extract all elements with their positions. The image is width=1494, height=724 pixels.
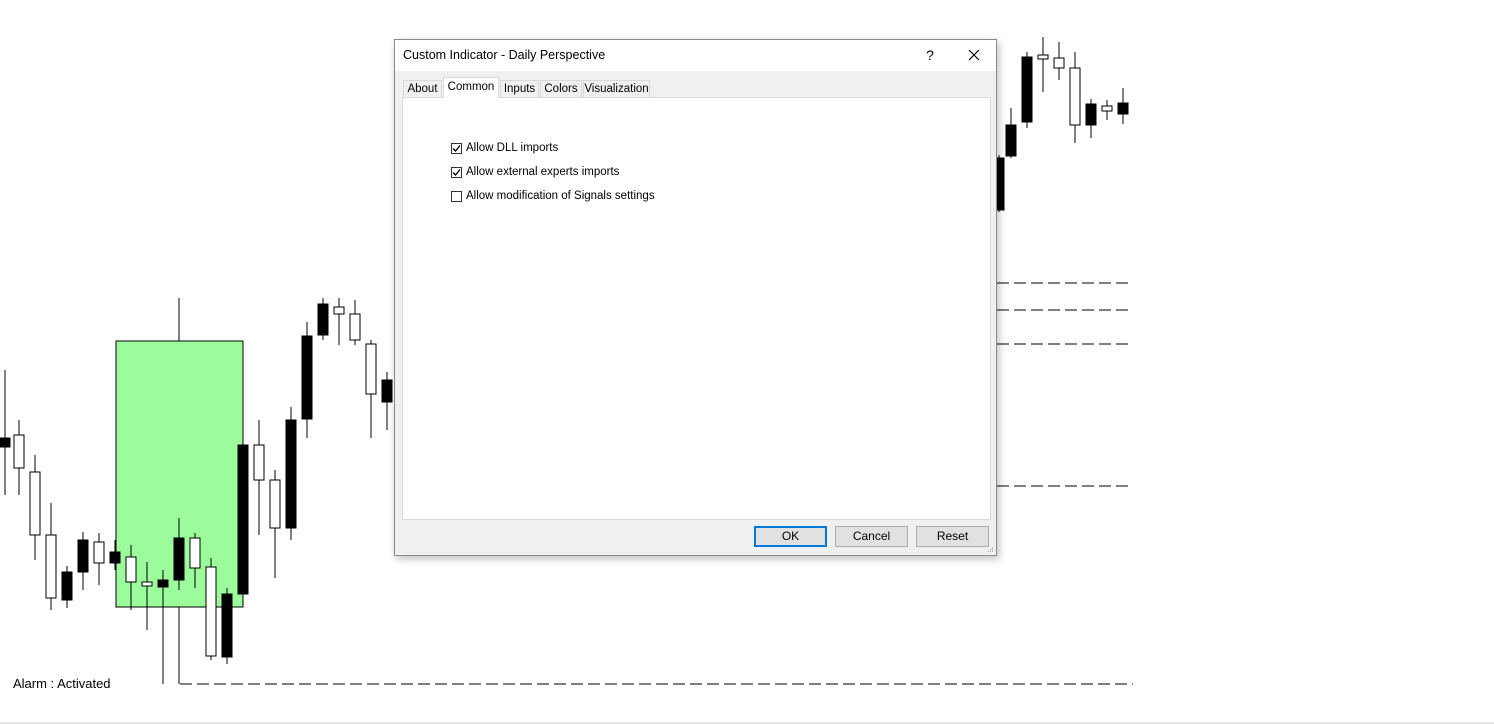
allow-dll-imports-option[interactable]: Allow DLL imports	[451, 142, 558, 154]
candle-body	[221, 593, 233, 658]
candle-body	[125, 556, 137, 583]
allow-dll-imports-label: Allow DLL imports	[466, 142, 559, 154]
candle-body	[237, 444, 249, 595]
common-tab-panel: Allow DLL imports Allow external experts…	[402, 97, 991, 520]
candle-body	[301, 335, 313, 420]
allow-signals-modification-label: Allow modification of Signals settings	[466, 190, 655, 202]
candle-body	[253, 444, 265, 481]
candle-body	[1005, 124, 1017, 157]
candle-body	[93, 541, 105, 564]
dialog-title: Custom Indicator - Daily Perspective	[403, 48, 606, 62]
ok-button[interactable]: OK	[754, 526, 827, 547]
allow-external-experts-imports-label: Allow external experts imports	[466, 166, 620, 178]
tab-common[interactable]: Common	[443, 77, 499, 98]
reset-button[interactable]: Reset	[916, 526, 989, 547]
candle-body	[157, 579, 169, 588]
candle-body	[77, 539, 89, 573]
candle-body	[1085, 103, 1097, 126]
candle-body	[205, 566, 217, 657]
allow-external-experts-imports-option[interactable]: Allow external experts imports	[451, 166, 619, 178]
allow-signals-modification-checkbox[interactable]	[451, 190, 462, 202]
candle-body	[13, 434, 25, 469]
checkmark-icon	[452, 168, 461, 176]
candle-body	[1037, 54, 1049, 60]
checkmark-icon	[452, 144, 461, 152]
candle-body	[109, 551, 121, 564]
allow-signals-modification-option[interactable]: Allow modification of Signals settings	[451, 190, 655, 202]
resize-grip-icon[interactable]	[986, 545, 994, 553]
candle-body	[1021, 56, 1033, 123]
custom-indicator-dialog: Custom Indicator - Daily Perspective ? A…	[394, 39, 997, 556]
candle-body	[365, 343, 377, 395]
candle-body	[1053, 57, 1065, 69]
cancel-button[interactable]: Cancel	[835, 526, 908, 547]
candle-body	[29, 471, 41, 536]
candle-body	[1069, 67, 1081, 126]
candle-body	[317, 303, 329, 336]
help-button[interactable]: ?	[908, 40, 952, 70]
help-icon: ?	[926, 47, 934, 63]
candle-body	[1117, 102, 1129, 115]
allow-external-experts-imports-checkbox[interactable]	[451, 166, 462, 178]
candle-body	[349, 313, 361, 341]
candle-body	[381, 379, 393, 403]
candle-body	[333, 306, 345, 315]
candle-body	[269, 479, 281, 529]
tab-visualization[interactable]: Visualization	[583, 80, 650, 97]
candle-body	[0, 437, 11, 448]
candle-body	[1101, 105, 1113, 112]
tab-inputs[interactable]: Inputs	[500, 80, 539, 97]
tab-about[interactable]: About	[403, 80, 442, 97]
close-icon	[968, 49, 980, 61]
candle-body	[141, 581, 153, 587]
allow-dll-imports-checkbox[interactable]	[451, 142, 462, 154]
candle-body	[45, 534, 57, 599]
close-button[interactable]	[952, 40, 996, 70]
candle-body	[61, 571, 73, 601]
tab-colors[interactable]: Colors	[540, 80, 582, 97]
dialog-titlebar[interactable]: Custom Indicator - Daily Perspective ?	[395, 40, 996, 71]
candle-body	[189, 537, 201, 569]
candle-body	[173, 537, 185, 581]
alarm-status-text: Alarm : Activated	[13, 676, 111, 691]
candle-body	[285, 419, 297, 529]
